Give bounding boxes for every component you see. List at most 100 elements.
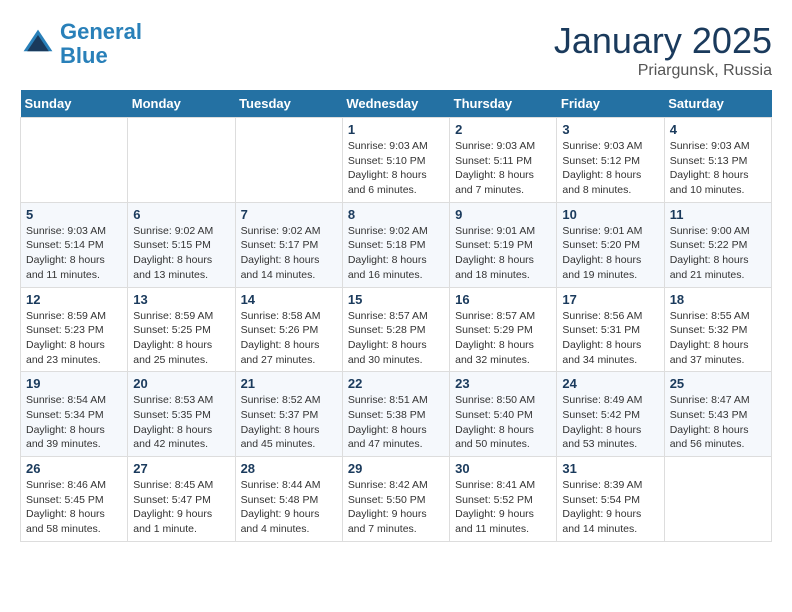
day-number: 25 (670, 376, 766, 391)
day-number: 7 (241, 207, 337, 222)
calendar-cell: 8Sunrise: 9:02 AM Sunset: 5:18 PM Daylig… (342, 202, 449, 287)
weekday-header-sunday: Sunday (21, 90, 128, 118)
day-number: 2 (455, 122, 551, 137)
day-number: 20 (133, 376, 229, 391)
calendar-cell: 15 Sunrise: 8:57 AM Sunset: 5:28 PM Dayli… (342, 287, 449, 372)
day-number: 26 (26, 461, 122, 476)
day-detail: Sunrise: 8:51 AM Sunset: 5:38 PM Dayligh… (348, 393, 444, 452)
week-row-5: 26 Sunrise: 8:46 AM Sunset: 5:45 PM Dayli… (21, 457, 772, 542)
calendar-cell (235, 118, 342, 203)
day-detail: Sunrise: 8:57 AM Sunset: 5:28 PM Dayligh… (348, 309, 444, 368)
calendar-cell: 19Sunrise: 8:54 AM Sunset: 5:34 PM Dayli… (21, 372, 128, 457)
weekday-header-wednesday: Wednesday (342, 90, 449, 118)
day-number: 15 (348, 292, 444, 307)
day-detail: Sunrise: 9:02 AM Sunset: 5:15 PM Dayligh… (133, 224, 229, 283)
location: Priargunsk, Russia (554, 62, 772, 80)
day-number: 21 (241, 376, 337, 391)
calendar-cell: 16 Sunrise: 8:57 AM Sunset: 5:29 PM Dayli… (450, 287, 557, 372)
logo: General Blue (20, 20, 142, 68)
calendar-cell: 2 Sunrise: 9:03 AM Sunset: 5:11 PM Daylig… (450, 118, 557, 203)
day-detail: Sunrise: 8:57 AM Sunset: 5:29 PM Dayligh… (455, 309, 551, 368)
day-detail: Sunrise: 9:03 AM Sunset: 5:14 PM Dayligh… (26, 224, 122, 283)
day-number: 14 (241, 292, 337, 307)
calendar-cell: 7 Sunrise: 9:02 AM Sunset: 5:17 PM Daylig… (235, 202, 342, 287)
day-number: 27 (133, 461, 229, 476)
calendar-cell: 9 Sunrise: 9:01 AM Sunset: 5:19 PM Daylig… (450, 202, 557, 287)
day-number: 11 (670, 207, 766, 222)
week-row-1: 1Sunrise: 9:03 AM Sunset: 5:10 PM Daylig… (21, 118, 772, 203)
calendar-cell: 26 Sunrise: 8:46 AM Sunset: 5:45 PM Dayli… (21, 457, 128, 542)
calendar-cell: 22 Sunrise: 8:51 AM Sunset: 5:38 PM Dayli… (342, 372, 449, 457)
calendar-cell: 10 Sunrise: 9:01 AM Sunset: 5:20 PM Dayli… (557, 202, 664, 287)
day-detail: Sunrise: 8:45 AM Sunset: 5:47 PM Dayligh… (133, 478, 229, 537)
day-number: 10 (562, 207, 658, 222)
day-detail: Sunrise: 8:59 AM Sunset: 5:25 PM Dayligh… (133, 309, 229, 368)
calendar-cell: 12 Sunrise: 8:59 AM Sunset: 5:23 PM Dayli… (21, 287, 128, 372)
calendar-cell: 21 Sunrise: 8:52 AM Sunset: 5:37 PM Dayli… (235, 372, 342, 457)
calendar-cell: 17Sunrise: 8:56 AM Sunset: 5:31 PM Dayli… (557, 287, 664, 372)
day-detail: Sunrise: 8:59 AM Sunset: 5:23 PM Dayligh… (26, 309, 122, 368)
day-number: 28 (241, 461, 337, 476)
calendar-cell: 24 Sunrise: 8:49 AM Sunset: 5:42 PM Dayli… (557, 372, 664, 457)
weekday-header-saturday: Saturday (664, 90, 771, 118)
week-row-4: 19Sunrise: 8:54 AM Sunset: 5:34 PM Dayli… (21, 372, 772, 457)
calendar-cell: 3Sunrise: 9:03 AM Sunset: 5:12 PM Daylig… (557, 118, 664, 203)
calendar-table: SundayMondayTuesdayWednesdayThursdayFrid… (20, 90, 772, 542)
calendar-cell: 11 Sunrise: 9:00 AM Sunset: 5:22 PM Dayli… (664, 202, 771, 287)
day-detail: Sunrise: 9:03 AM Sunset: 5:13 PM Dayligh… (670, 139, 766, 198)
day-detail: Sunrise: 8:42 AM Sunset: 5:50 PM Dayligh… (348, 478, 444, 537)
day-number: 6 (133, 207, 229, 222)
day-number: 5 (26, 207, 122, 222)
day-detail: Sunrise: 8:46 AM Sunset: 5:45 PM Dayligh… (26, 478, 122, 537)
day-detail: Sunrise: 8:49 AM Sunset: 5:42 PM Dayligh… (562, 393, 658, 452)
logo-icon (20, 26, 56, 62)
day-number: 9 (455, 207, 551, 222)
calendar-cell: 31Sunrise: 8:39 AM Sunset: 5:54 PM Dayli… (557, 457, 664, 542)
day-number: 12 (26, 292, 122, 307)
day-detail: Sunrise: 8:47 AM Sunset: 5:43 PM Dayligh… (670, 393, 766, 452)
calendar-cell: 5 Sunrise: 9:03 AM Sunset: 5:14 PM Daylig… (21, 202, 128, 287)
day-detail: Sunrise: 9:02 AM Sunset: 5:18 PM Dayligh… (348, 224, 444, 283)
day-detail: Sunrise: 8:44 AM Sunset: 5:48 PM Dayligh… (241, 478, 337, 537)
day-detail: Sunrise: 8:52 AM Sunset: 5:37 PM Dayligh… (241, 393, 337, 452)
day-detail: Sunrise: 8:50 AM Sunset: 5:40 PM Dayligh… (455, 393, 551, 452)
calendar-cell: 1Sunrise: 9:03 AM Sunset: 5:10 PM Daylig… (342, 118, 449, 203)
day-number: 22 (348, 376, 444, 391)
day-detail: Sunrise: 9:01 AM Sunset: 5:20 PM Dayligh… (562, 224, 658, 283)
calendar-cell: 27 Sunrise: 8:45 AM Sunset: 5:47 PM Dayli… (128, 457, 235, 542)
day-detail: Sunrise: 8:55 AM Sunset: 5:32 PM Dayligh… (670, 309, 766, 368)
calendar-cell: 23 Sunrise: 8:50 AM Sunset: 5:40 PM Dayli… (450, 372, 557, 457)
day-detail: Sunrise: 9:01 AM Sunset: 5:19 PM Dayligh… (455, 224, 551, 283)
logo-text: General Blue (60, 20, 142, 68)
calendar-cell: 13Sunrise: 8:59 AM Sunset: 5:25 PM Dayli… (128, 287, 235, 372)
calendar-cell: 25 Sunrise: 8:47 AM Sunset: 5:43 PM Dayli… (664, 372, 771, 457)
day-number: 4 (670, 122, 766, 137)
day-number: 23 (455, 376, 551, 391)
calendar-cell: 14 Sunrise: 8:58 AM Sunset: 5:26 PM Dayli… (235, 287, 342, 372)
calendar-cell: 28 Sunrise: 8:44 AM Sunset: 5:48 PM Dayli… (235, 457, 342, 542)
day-number: 16 (455, 292, 551, 307)
weekday-header-monday: Monday (128, 90, 235, 118)
calendar-cell: 29Sunrise: 8:42 AM Sunset: 5:50 PM Dayli… (342, 457, 449, 542)
day-number: 1 (348, 122, 444, 137)
day-detail: Sunrise: 8:41 AM Sunset: 5:52 PM Dayligh… (455, 478, 551, 537)
weekday-header-tuesday: Tuesday (235, 90, 342, 118)
day-number: 30 (455, 461, 551, 476)
day-number: 19 (26, 376, 122, 391)
calendar-cell (128, 118, 235, 203)
day-detail: Sunrise: 8:58 AM Sunset: 5:26 PM Dayligh… (241, 309, 337, 368)
day-detail: Sunrise: 9:00 AM Sunset: 5:22 PM Dayligh… (670, 224, 766, 283)
day-number: 31 (562, 461, 658, 476)
day-number: 3 (562, 122, 658, 137)
week-row-2: 5 Sunrise: 9:03 AM Sunset: 5:14 PM Daylig… (21, 202, 772, 287)
month-title: January 2025 (554, 20, 772, 62)
weekday-header-thursday: Thursday (450, 90, 557, 118)
calendar-cell: 18Sunrise: 8:55 AM Sunset: 5:32 PM Dayli… (664, 287, 771, 372)
page-header: General Blue January 2025 Priargunsk, Ru… (20, 20, 772, 80)
day-number: 24 (562, 376, 658, 391)
day-detail: Sunrise: 9:02 AM Sunset: 5:17 PM Dayligh… (241, 224, 337, 283)
calendar-cell: 30 Sunrise: 8:41 AM Sunset: 5:52 PM Dayli… (450, 457, 557, 542)
day-detail: Sunrise: 9:03 AM Sunset: 5:11 PM Dayligh… (455, 139, 551, 198)
weekday-header-row: SundayMondayTuesdayWednesdayThursdayFrid… (21, 90, 772, 118)
weekday-header-friday: Friday (557, 90, 664, 118)
